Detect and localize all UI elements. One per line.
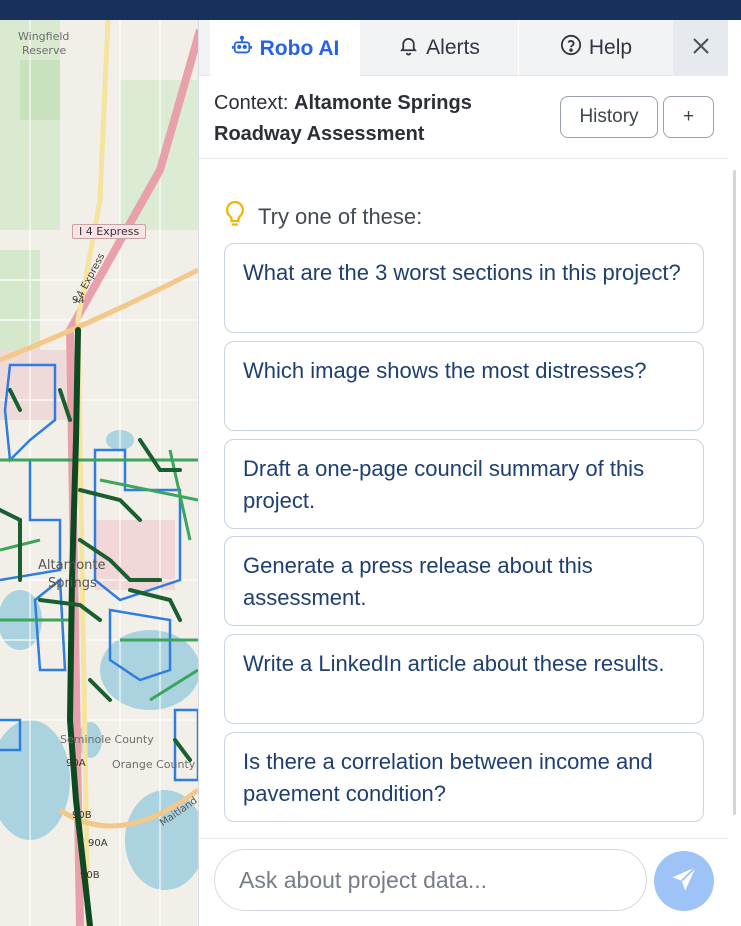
map-label-road-90a: 90A <box>66 758 86 769</box>
suggestion-card[interactable]: Is there a correlation between income an… <box>224 732 704 822</box>
map-label-road-94: 94 <box>72 295 85 306</box>
suggestions-heading: Try one of these: <box>224 200 422 234</box>
assistant-panel: Robo AI Alerts Help Context: Altamonte S… <box>198 20 729 926</box>
close-panel-button[interactable] <box>673 20 729 76</box>
tab-help-label: Help <box>588 36 633 59</box>
robot-icon <box>231 35 253 63</box>
suggestion-card[interactable]: Write a LinkedIn article about these res… <box>224 634 704 724</box>
panel-scrollbar[interactable] <box>728 20 741 926</box>
suggestion-card[interactable]: What are the 3 worst sections in this pr… <box>224 243 704 333</box>
map-label-springs: Springs <box>48 576 97 591</box>
composer-divider <box>199 838 729 839</box>
map-label-road-90a-lower: 90A <box>88 838 108 849</box>
map-view[interactable]: Wingfield Reserve I 4 Express I 4 Expres… <box>0 20 198 926</box>
header-divider <box>199 158 729 159</box>
suggestion-card[interactable]: Generate a press release about this asse… <box>224 536 704 626</box>
map-label-orange-county: Orange County <box>112 758 196 771</box>
send-icon <box>670 865 698 897</box>
bell-icon <box>398 34 419 62</box>
map-label-altamonte: Altamonte <box>38 558 106 573</box>
help-circle-icon <box>560 34 582 62</box>
context-title: Context: Altamonte Springs Roadway Asses… <box>214 88 554 150</box>
map-label-seminole-county: Seminole County <box>60 733 154 746</box>
scrollbar-thumb[interactable] <box>733 170 736 815</box>
history-button[interactable]: History <box>560 96 658 138</box>
close-icon <box>692 37 710 59</box>
tab-robo-ai[interactable]: Robo AI <box>210 20 360 77</box>
suggestion-card[interactable]: Draft a one-page council summary of this… <box>224 439 704 529</box>
chat-input[interactable] <box>214 849 647 911</box>
suggestion-card[interactable]: Which image shows the most distresses? <box>224 341 704 431</box>
map-label-road-90b-top: 90B <box>72 810 92 821</box>
map-label-road-90b: 90B <box>80 870 100 881</box>
panel-tabs: Robo AI Alerts Help <box>199 20 729 77</box>
suggestions-heading-text: Try one of these: <box>258 204 423 229</box>
app-top-bar <box>0 0 741 20</box>
context-prefix: Context: <box>214 92 289 114</box>
map-label-reserve: Reserve <box>22 44 67 57</box>
tab-alerts[interactable]: Alerts <box>360 20 518 76</box>
lightbulb-icon <box>224 200 246 234</box>
new-chat-button[interactable]: + <box>663 96 714 138</box>
tab-help[interactable]: Help <box>519 20 673 76</box>
map-label-i4-express: I 4 Express <box>72 224 147 239</box>
tab-alerts-label: Alerts <box>426 36 480 59</box>
map-canvas[interactable] <box>0 20 198 926</box>
map-label-wingfield: Wingfield <box>18 30 70 43</box>
send-button[interactable] <box>654 851 714 911</box>
tab-robo-ai-label: Robo AI <box>259 36 340 60</box>
